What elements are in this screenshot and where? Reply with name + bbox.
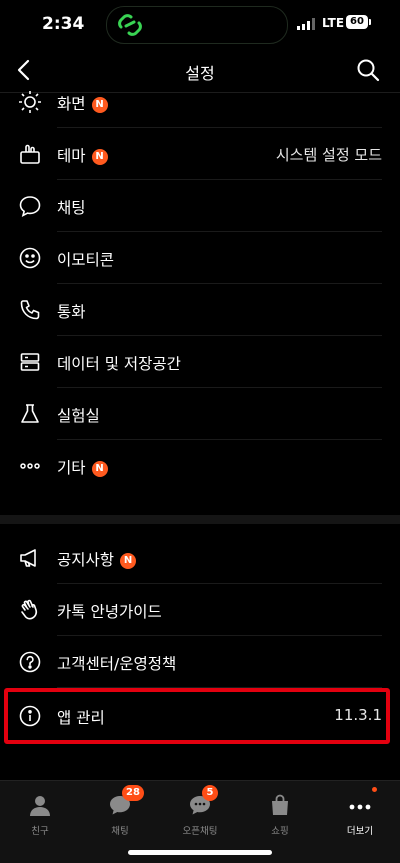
tab-label: 채팅 — [111, 826, 129, 837]
menu-label: 기타 — [57, 459, 86, 477]
menu-label: 채팅 — [57, 199, 86, 217]
notification-dot — [372, 787, 377, 792]
menu-label: 테마 — [57, 147, 86, 165]
menu-item-display[interactable]: 화면 N — [0, 76, 400, 128]
menu-label: 통화 — [57, 303, 86, 321]
person-icon — [30, 796, 50, 816]
menu-label: 카톡 안녕가이드 — [57, 603, 162, 621]
new-badge: N — [91, 461, 108, 477]
tab-open-chat[interactable]: 5 오픈채팅 — [160, 785, 240, 839]
brightness-icon — [19, 91, 41, 113]
tab-label: 친구 — [31, 826, 49, 837]
menu-label: 공지사항 — [57, 551, 115, 569]
more-dots-icon — [20, 463, 40, 469]
app-logo-icon — [118, 14, 142, 36]
home-indicator — [128, 850, 272, 855]
chat-bubble-icon — [19, 196, 41, 218]
tab-label: 쇼핑 — [271, 826, 289, 837]
more-dots-icon — [349, 804, 371, 810]
theme-brush-icon — [20, 144, 40, 164]
menu-label: 데이터 및 저장공간 — [57, 355, 181, 373]
megaphone-icon — [20, 549, 36, 567]
tab-chats[interactable]: 28 채팅 — [80, 785, 160, 839]
menu-item-guide[interactable]: 카톡 안녕가이드 — [0, 584, 400, 636]
menu-item-etc[interactable]: 기타 N — [0, 440, 400, 492]
menu-item-lab[interactable]: 실험실 — [0, 388, 400, 440]
theme-value: 시스템 설정 모드 — [275, 146, 382, 164]
status-bar: 2:34 LTE 60 — [0, 0, 400, 48]
dynamic-island — [106, 6, 288, 44]
flask-icon — [21, 404, 39, 423]
new-badge: N — [120, 553, 137, 569]
section-divider — [0, 515, 400, 524]
menu-item-emoticon[interactable]: 이모티콘 — [0, 232, 400, 284]
battery-icon: 60 — [346, 15, 368, 29]
new-badge: N — [91, 97, 108, 113]
menu-label: 고객센터/운영정책 — [57, 655, 177, 673]
tab-label: 오픈채팅 — [182, 826, 218, 837]
waving-hand-icon — [21, 599, 38, 620]
smiley-icon — [19, 247, 41, 269]
menu-item-storage[interactable]: 데이터 및 저장공간 — [0, 336, 400, 388]
help-circle-icon — [19, 651, 41, 673]
menu-label: 실험실 — [57, 407, 100, 425]
menu-item-chat[interactable]: 채팅 — [0, 180, 400, 232]
phone-icon — [20, 300, 40, 320]
menu-item-support[interactable]: 고객센터/운영정책 — [0, 636, 400, 688]
menu-label: 화면 — [57, 95, 86, 113]
tab-friends[interactable]: 친구 — [0, 789, 80, 839]
shopping-bag-icon — [272, 794, 288, 815]
signal-icon — [297, 18, 315, 30]
menu-item-call[interactable]: 통화 — [0, 284, 400, 336]
status-time: 2:34 — [42, 14, 85, 34]
highlight-box — [4, 688, 390, 744]
battery-tip — [369, 19, 371, 25]
unread-count-badge: 28 — [122, 785, 144, 801]
menu-item-notice[interactable]: 공지사항 N — [0, 532, 400, 584]
tab-shopping[interactable]: 쇼핑 — [240, 789, 320, 839]
menu-item-theme[interactable]: 테마 N 시스템 설정 모드 — [0, 128, 400, 180]
network-type: LTE — [322, 16, 345, 30]
unread-count-badge: 5 — [202, 785, 218, 801]
tab-more[interactable]: 더보기 — [320, 787, 400, 839]
menu-label: 이모티콘 — [57, 251, 115, 269]
storage-icon — [20, 353, 40, 371]
new-badge: N — [91, 149, 108, 165]
tab-label: 더보기 — [346, 826, 374, 837]
